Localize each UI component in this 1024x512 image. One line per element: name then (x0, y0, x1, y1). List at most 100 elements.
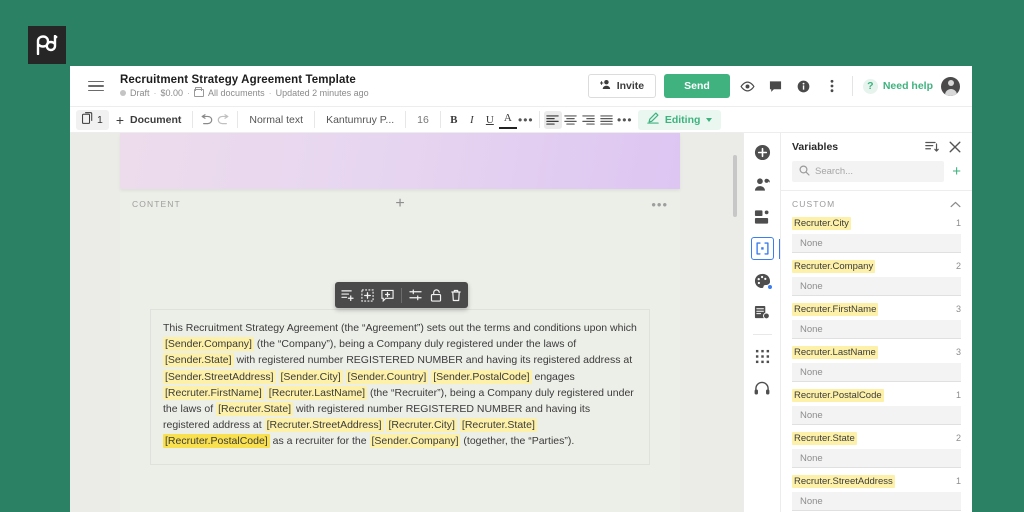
variable-name: Recruter.Company (792, 260, 876, 273)
variable-token[interactable]: [Recruter.State] (459, 418, 537, 433)
align-center-button[interactable] (562, 111, 580, 129)
list-item[interactable]: Recruter.StreetAddress 1 None (781, 475, 972, 511)
smart-content-icon[interactable] (751, 301, 774, 324)
apps-grid-icon[interactable] (751, 345, 774, 368)
add-document-button[interactable]: + Document (109, 110, 189, 130)
add-comment-block-icon[interactable] (378, 285, 397, 305)
variable-token[interactable]: [Sender.PostalCode] (431, 369, 532, 384)
support-headset-icon[interactable] (751, 377, 774, 400)
variable-value-input[interactable]: None (792, 363, 961, 382)
bold-button[interactable]: B (445, 111, 463, 129)
italic-button[interactable]: I (463, 111, 481, 129)
variable-token[interactable]: [Sender.Company] (369, 434, 461, 449)
variable-usage-count: 1 (955, 476, 961, 486)
variable-name: Recruter.State (792, 432, 857, 445)
chevron-up-icon[interactable] (950, 201, 961, 208)
canvas-scrollbar[interactable] (733, 155, 737, 217)
settings-sliders-icon[interactable] (406, 285, 425, 305)
text-block[interactable]: This Recruitment Strategy Agreement (the… (150, 309, 650, 465)
editor-body: CONTENT + ••• This Recruitment Strategy … (70, 133, 972, 512)
editor-toolbar: 1 + Document Normal text Kantumruy P... … (70, 106, 972, 133)
pandadoc-logo[interactable] (28, 26, 66, 64)
variable-token[interactable]: [Sender.City] (278, 369, 343, 384)
search-input[interactable]: Search... (792, 161, 945, 182)
more-format-button[interactable]: ••• (517, 111, 535, 129)
variable-name: Recruter.StreetAddress (792, 475, 895, 488)
editing-mode-dropdown[interactable]: Editing (637, 109, 722, 130)
unlock-icon[interactable] (426, 285, 445, 305)
comment-icon[interactable] (766, 76, 786, 96)
variable-token[interactable]: [Sender.StreetAddress] (163, 369, 276, 384)
variable-token[interactable]: [Recruter.City] (386, 418, 457, 433)
text-style-dropdown[interactable]: Normal text (242, 110, 310, 130)
chevron-down-icon (706, 117, 713, 122)
variables-icon[interactable] (750, 237, 781, 260)
recipients-icon[interactable] (751, 173, 774, 196)
variable-token[interactable]: [Recruter.PostalCode] (163, 434, 270, 449)
variable-token[interactable]: [Sender.Country] (345, 369, 429, 384)
status-badge: Draft (130, 88, 150, 98)
align-justify-button[interactable] (598, 111, 616, 129)
page-count-button[interactable]: 1 (76, 109, 109, 130)
variable-usage-count: 2 (955, 261, 961, 271)
app-window: Recruitment Strategy Agreement Template … (70, 66, 972, 512)
add-block-above-icon[interactable] (358, 285, 377, 305)
variable-token[interactable]: [Sender.Company] (163, 337, 254, 352)
content-section-menu[interactable]: ••• (651, 198, 668, 211)
send-button[interactable]: Send (664, 74, 730, 98)
invite-button[interactable]: Invite (587, 74, 657, 98)
variables-group-header[interactable]: CUSTOM (781, 191, 972, 217)
document-location[interactable]: All documents (208, 88, 265, 98)
variable-value-input[interactable]: None (792, 492, 961, 511)
text-color-button[interactable]: A (498, 111, 517, 129)
font-family-dropdown[interactable]: Kantumruy P... (319, 110, 401, 130)
underline-button[interactable]: U (481, 111, 499, 129)
variable-token[interactable]: [Sender.State] (163, 353, 234, 368)
toolbar-divider-5 (439, 111, 441, 128)
list-item[interactable]: Recruter.State 2 None (781, 432, 972, 468)
more-align-button[interactable]: ••• (616, 111, 634, 129)
list-item[interactable]: Recruter.PostalCode 1 None (781, 389, 972, 425)
need-help-button[interactable]: ? Need help (862, 78, 933, 94)
variable-token[interactable]: [Recruter.State] (216, 402, 294, 417)
toolbar-divider-2 (237, 111, 239, 128)
list-item[interactable]: Recruter.LastName 3 None (781, 346, 972, 382)
paragraph-text: with registered number REGISTERED NUMBER… (233, 354, 633, 367)
font-size-input[interactable]: 16 (410, 110, 436, 130)
variable-value-input[interactable]: None (792, 320, 961, 339)
add-content-icon[interactable] (751, 141, 774, 164)
info-icon[interactable] (794, 76, 814, 96)
variable-row-header: Recruter.Company 2 (792, 260, 961, 273)
document-header-banner[interactable] (120, 133, 680, 189)
paragraph-text: as a recruiter for the (269, 435, 370, 448)
variable-token[interactable]: [Recruter.LastName] (266, 385, 368, 400)
align-right-button[interactable] (580, 111, 598, 129)
menu-icon[interactable] (88, 75, 110, 97)
close-icon[interactable] (949, 141, 961, 153)
pricing-table-icon[interactable] (751, 205, 774, 228)
variable-token[interactable]: [Recruter.StreetAddress] (264, 418, 384, 433)
list-item[interactable]: Recruter.Company 2 None (781, 260, 972, 296)
avatar[interactable] (941, 76, 960, 96)
list-add-icon[interactable] (338, 285, 357, 305)
list-item[interactable]: Recruter.City 1 None (781, 217, 972, 253)
meta-separator-3: · (268, 88, 272, 98)
variable-token[interactable]: [Recruter.FirstName] (163, 385, 264, 400)
add-content-block-button[interactable]: + (395, 196, 404, 212)
variable-value-input[interactable]: None (792, 449, 961, 468)
trash-icon[interactable] (446, 285, 465, 305)
variable-value-input[interactable]: None (792, 406, 961, 425)
preview-eye-icon[interactable] (738, 76, 758, 96)
variable-value-input[interactable]: None (792, 277, 961, 296)
kebab-menu-icon[interactable] (822, 76, 842, 96)
sort-icon[interactable] (925, 141, 939, 153)
variables-panel-header: Variables (781, 133, 972, 161)
theme-palette-icon[interactable] (751, 269, 774, 292)
align-left-button[interactable] (543, 110, 562, 129)
variable-value-input[interactable]: None (792, 234, 961, 253)
header-actions: Invite Send ? Need help (587, 74, 962, 98)
redo-icon[interactable] (215, 111, 233, 129)
undo-icon[interactable] (197, 111, 215, 129)
add-variable-button[interactable]: + (952, 164, 961, 179)
list-item[interactable]: Recruter.FirstName 3 None (781, 303, 972, 339)
